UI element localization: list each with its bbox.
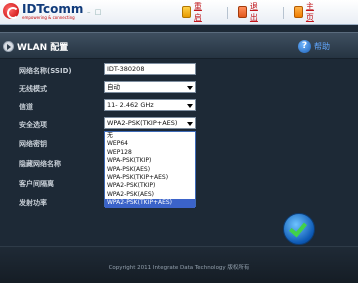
logo-text: IDTcomm: [22, 2, 84, 16]
nav-restart-label[interactable]: 重启: [194, 1, 205, 23]
wireless-mode-label: 无线模式: [19, 85, 47, 93]
top-header: IDTcomm empowering & connecting – □ 重启 退…: [0, 0, 358, 25]
security-select[interactable]: WPA2-PSK(TKIP+AES): [104, 117, 196, 129]
client-isolation-label: 客户间隔离: [19, 180, 54, 188]
nav-divider: [283, 7, 284, 19]
dropdown-option[interactable]: 无: [105, 132, 195, 140]
help-link[interactable]: ? 帮助: [298, 40, 330, 53]
security-dropdown-list[interactable]: 无 WEP64 WEP128 WPA-PSK(TKIP) WPA-PSK(AES…: [104, 131, 196, 208]
dropdown-option[interactable]: WPA-PSK(AES): [105, 166, 195, 174]
nav-home-label[interactable]: 主页: [306, 1, 317, 23]
home-icon: [294, 5, 303, 18]
nav-home[interactable]: 主页: [294, 1, 317, 23]
security-value: WPA2-PSK(TKIP+AES): [107, 119, 178, 127]
ssid-label: 网络名称(SSID): [19, 67, 72, 75]
chevron-down-icon: [187, 104, 193, 108]
logo: IDTcomm empowering & connecting: [3, 2, 93, 22]
nav-divider: [227, 7, 228, 19]
logo-icon: [3, 3, 19, 19]
dropdown-option[interactable]: WEP128: [105, 149, 195, 157]
window-controls[interactable]: – □: [87, 8, 102, 16]
logo-subtext: empowering & connecting: [22, 15, 75, 20]
checkmark-icon: [289, 218, 307, 238]
page-title: WLAN 配置: [17, 43, 69, 53]
nav-logout-label[interactable]: 退出: [250, 1, 261, 23]
channel-value: 11- 2.462 GHz: [107, 101, 154, 109]
nav-restart[interactable]: 重启: [182, 1, 205, 23]
restart-icon: [182, 5, 191, 18]
copyright-text: Copyright 2011 Integrate Data Technology…: [108, 265, 250, 271]
logout-icon: [238, 5, 247, 18]
dropdown-option[interactable]: WEP64: [105, 140, 195, 148]
play-icon: [3, 41, 14, 52]
footer: Copyright 2011 Integrate Data Technology…: [0, 246, 358, 283]
wireless-mode-select[interactable]: 自动: [104, 81, 196, 93]
chevron-down-icon: [187, 122, 193, 126]
hidden-network-label: 隐藏网络名称: [19, 160, 61, 168]
dropdown-option[interactable]: WPA2-PSK(TKIP): [105, 182, 195, 190]
network-key-label: 网络密钥: [19, 140, 47, 148]
dropdown-option[interactable]: WPA2-PSK(AES): [105, 191, 195, 199]
channel-label: 信道: [19, 103, 33, 111]
help-label[interactable]: 帮助: [314, 41, 330, 52]
ssid-input[interactable]: IDT-380208: [104, 63, 196, 75]
wireless-mode-value: 自动: [107, 83, 120, 91]
dropdown-option[interactable]: WPA-PSK(TKIP+AES): [105, 174, 195, 182]
dropdown-option[interactable]: WPA-PSK(TKIP): [105, 157, 195, 165]
help-icon[interactable]: ?: [298, 40, 311, 53]
tx-power-label: 发射功率: [19, 199, 47, 207]
security-label: 安全选项: [19, 121, 47, 129]
section-titlebar: WLAN 配置 ? 帮助: [0, 32, 358, 59]
dropdown-option-selected[interactable]: WPA2-PSK(TKIP+AES): [105, 199, 195, 208]
nav-logout[interactable]: 退出: [238, 1, 261, 23]
channel-select[interactable]: 11- 2.462 GHz: [104, 99, 196, 111]
apply-button[interactable]: [283, 213, 315, 245]
chevron-down-icon: [187, 86, 193, 90]
